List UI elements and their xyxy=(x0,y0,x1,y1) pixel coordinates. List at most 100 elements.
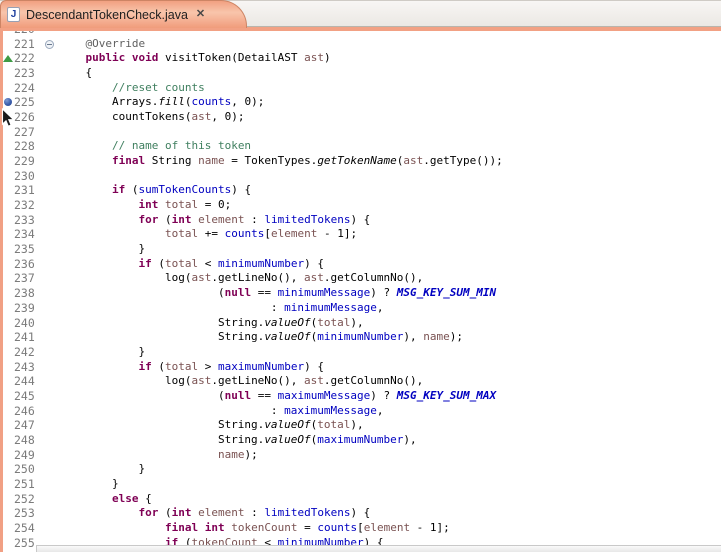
code-line[interactable]: 232 int total = 0; xyxy=(0,198,721,213)
code-area[interactable]: 220221 @Override222 public void visitTok… xyxy=(0,31,721,552)
line-number[interactable]: 247 xyxy=(14,418,46,433)
line-number[interactable]: 243 xyxy=(14,360,46,375)
code-line[interactable]: 234 total += counts[element - 1]; xyxy=(0,227,721,242)
line-number[interactable]: 230 xyxy=(14,169,46,184)
code-line[interactable]: 223 { xyxy=(0,66,721,81)
line-number[interactable]: 221 xyxy=(14,37,46,52)
horizontal-scrollbar[interactable] xyxy=(36,545,721,552)
code-line[interactable]: 233 for (int element : limitedTokens) { xyxy=(0,213,721,228)
code-line[interactable]: 230 xyxy=(0,169,721,184)
code-line[interactable]: 224 //reset counts xyxy=(0,81,721,96)
tab-descendanttokencheck[interactable]: J DescendantTokenCheck.java ✕ xyxy=(0,0,247,28)
line-number[interactable]: 233 xyxy=(14,213,46,228)
line-number[interactable]: 237 xyxy=(14,271,46,286)
code-line[interactable]: 246 : maximumMessage, xyxy=(0,404,721,419)
line-number[interactable]: 240 xyxy=(14,316,46,331)
code-text: name); xyxy=(59,448,258,463)
code-line[interactable]: 228 // name of this token xyxy=(0,139,721,154)
code-line[interactable]: 243 if (total > maximumNumber) { xyxy=(0,360,721,375)
code-line[interactable]: 241 String.valueOf(minimumNumber), name)… xyxy=(0,330,721,345)
line-number[interactable]: 222 xyxy=(14,51,46,66)
code-text: String.valueOf(maximumNumber), xyxy=(59,433,417,448)
code-text: String.valueOf(total), xyxy=(59,418,364,433)
code-text: if (sumTokenCounts) { xyxy=(59,183,251,198)
line-number[interactable]: 254 xyxy=(14,521,46,536)
line-number[interactable]: 225 xyxy=(14,95,46,110)
line-number[interactable]: 238 xyxy=(14,286,46,301)
java-file-icon: J xyxy=(7,7,20,22)
line-number[interactable]: 223 xyxy=(14,66,46,81)
code-text: final int tokenCount = counts[element - … xyxy=(59,521,450,536)
code-text: int total = 0; xyxy=(59,198,231,213)
line-number[interactable]: 227 xyxy=(14,125,46,140)
code-line[interactable]: 252 else { xyxy=(0,492,721,507)
code-text: // name of this token xyxy=(59,139,251,154)
code-text: @Override xyxy=(59,37,145,52)
line-number[interactable]: 245 xyxy=(14,389,46,404)
fold-collapse-icon[interactable] xyxy=(45,40,54,49)
line-number[interactable]: 252 xyxy=(14,492,46,507)
line-number[interactable]: 235 xyxy=(14,242,46,257)
line-number[interactable]: 228 xyxy=(14,139,46,154)
code-line[interactable]: 236 if (total < minimumNumber) { xyxy=(0,257,721,272)
code-text: : minimumMessage, xyxy=(59,301,384,316)
code-text: if (total > maximumNumber) { xyxy=(59,360,324,375)
line-number[interactable]: 244 xyxy=(14,374,46,389)
code-text: //reset counts xyxy=(59,81,205,96)
code-line[interactable]: 231 if (sumTokenCounts) { xyxy=(0,183,721,198)
close-tab-icon[interactable]: ✕ xyxy=(196,9,205,20)
code-line[interactable]: 253 for (int element : limitedTokens) { xyxy=(0,506,721,521)
code-line[interactable]: 245 (null == maximumMessage) ? MSG_KEY_S… xyxy=(0,389,721,404)
code-text: if (total < minimumNumber) { xyxy=(59,257,324,272)
line-number[interactable]: 248 xyxy=(14,433,46,448)
line-number[interactable]: 239 xyxy=(14,301,46,316)
code-text: } xyxy=(59,477,119,492)
code-line[interactable]: 237 log(ast.getLineNo(), ast.getColumnNo… xyxy=(0,271,721,286)
code-line[interactable]: 225 Arrays.fill(counts, 0); xyxy=(0,95,721,110)
eclipse-java-editor: { "tab": { "title": "DescendantTokenChec… xyxy=(0,0,721,552)
code-line[interactable]: 244 log(ast.getLineNo(), ast.getColumnNo… xyxy=(0,374,721,389)
code-text: countTokens(ast, 0); xyxy=(59,110,244,125)
line-number[interactable]: 232 xyxy=(14,198,46,213)
line-number[interactable]: 251 xyxy=(14,477,46,492)
code-text: Arrays.fill(counts, 0); xyxy=(59,95,264,110)
code-line[interactable]: 239 : minimumMessage, xyxy=(0,301,721,316)
line-number[interactable]: 231 xyxy=(14,183,46,198)
line-number[interactable]: 249 xyxy=(14,448,46,463)
code-line[interactable]: 251 } xyxy=(0,477,721,492)
code-text: String.valueOf(total), xyxy=(59,316,364,331)
code-line[interactable]: 238 (null == minimumMessage) ? MSG_KEY_S… xyxy=(0,286,721,301)
code-text: for (int element : limitedTokens) { xyxy=(59,506,370,521)
code-text: String.valueOf(minimumNumber), name); xyxy=(59,330,463,345)
code-line[interactable]: 249 name); xyxy=(0,448,721,463)
code-line[interactable]: 226 countTokens(ast, 0); xyxy=(0,110,721,125)
code-text: (null == minimumMessage) ? MSG_KEY_SUM_M… xyxy=(59,286,496,301)
code-line[interactable]: 229 final String name = TokenTypes.getTo… xyxy=(0,154,721,169)
code-line[interactable]: 248 String.valueOf(maximumNumber), xyxy=(0,433,721,448)
tab-title: DescendantTokenCheck.java xyxy=(26,8,188,22)
line-number[interactable]: 226 xyxy=(14,110,46,125)
line-number[interactable]: 246 xyxy=(14,404,46,419)
code-text: } xyxy=(59,242,145,257)
line-number[interactable]: 250 xyxy=(14,462,46,477)
code-line[interactable]: 254 final int tokenCount = counts[elemen… xyxy=(0,521,721,536)
code-line[interactable]: 222 public void visitToken(DetailAST ast… xyxy=(0,51,721,66)
line-number[interactable]: 234 xyxy=(14,227,46,242)
code-line[interactable]: 227 xyxy=(0,125,721,140)
code-line[interactable]: 235 } xyxy=(0,242,721,257)
code-line[interactable]: 242 } xyxy=(0,345,721,360)
code-text: final String name = TokenTypes.getTokenN… xyxy=(59,154,503,169)
code-text: log(ast.getLineNo(), ast.getColumnNo(), xyxy=(59,374,423,389)
code-line[interactable]: 240 String.valueOf(total), xyxy=(0,316,721,331)
code-line[interactable]: 247 String.valueOf(total), xyxy=(0,418,721,433)
line-number[interactable]: 236 xyxy=(14,257,46,272)
line-number[interactable]: 242 xyxy=(14,345,46,360)
line-number[interactable]: 253 xyxy=(14,506,46,521)
breakpoint-marker-icon[interactable] xyxy=(4,98,12,106)
line-number[interactable]: 241 xyxy=(14,330,46,345)
line-number[interactable]: 229 xyxy=(14,154,46,169)
code-text: log(ast.getLineNo(), ast.getColumnNo(), xyxy=(59,271,423,286)
code-line[interactable]: 250 } xyxy=(0,462,721,477)
line-number[interactable]: 224 xyxy=(14,81,46,96)
code-line[interactable]: 221 @Override xyxy=(0,37,721,52)
